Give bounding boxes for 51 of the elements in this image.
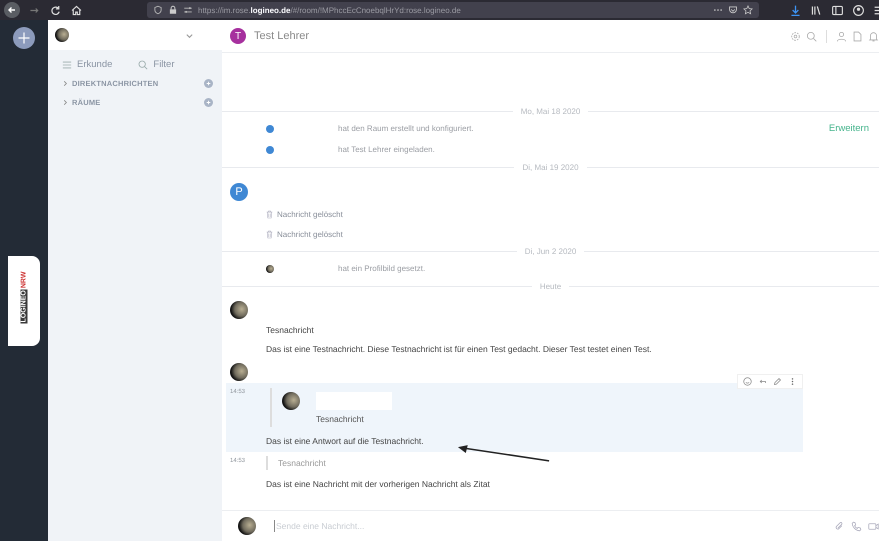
back-icon[interactable]: [4, 2, 20, 18]
permissions-icon[interactable]: [183, 5, 193, 15]
reply-icon[interactable]: [758, 377, 767, 386]
avatar-image[interactable]: [55, 28, 69, 42]
shield-icon[interactable]: [153, 5, 163, 15]
event-text: hat Test Lehrer eingeladen.: [338, 145, 436, 154]
lock-icon[interactable]: [168, 5, 178, 15]
chevron-right-icon: [62, 99, 69, 106]
room-title: Test Lehrer: [254, 30, 310, 42]
search-icon: [138, 60, 148, 70]
url-text: https://im.rose.logineo.de/#/room/!MPhccEcCnoebqlHrYd:rose.logineo.de: [198, 6, 461, 14]
message-text: Tesnachricht: [266, 325, 315, 335]
message-text: Das ist eine Antwort auf die Testnachricht.: [266, 436, 424, 446]
paperclip-icon[interactable]: [834, 520, 845, 532]
room-avatar: T: [230, 28, 246, 44]
explore-button[interactable]: Erkunde: [62, 59, 112, 70]
star-icon[interactable]: [743, 5, 753, 15]
avatar-image: [230, 301, 248, 319]
deleted-message-text: Nachricht gelöscht: [277, 230, 343, 238]
deleted-message-text: Nachricht gelöscht: [277, 210, 343, 218]
user-avatar: P: [230, 183, 248, 201]
library-icon[interactable]: [810, 4, 823, 16]
trash-icon: [266, 210, 273, 218]
filter-button[interactable]: Filter: [138, 59, 175, 70]
download-icon[interactable]: [789, 4, 802, 16]
add-icon[interactable]: [13, 27, 35, 49]
address-bar[interactable]: https://im.rose.logineo.de/#/room/!MPhccEcCnoebqlHrYd:rose.logineo.de: [147, 2, 759, 18]
quoted-text: Tesnachricht: [316, 414, 365, 424]
account-icon[interactable]: [852, 4, 865, 16]
quoted-text: Tesnachricht: [266, 456, 326, 470]
avatar-image: [282, 392, 300, 410]
expand-link[interactable]: Erweitern: [828, 123, 869, 134]
pocket-icon[interactable]: [728, 5, 738, 15]
avatar-image: [238, 517, 256, 535]
sidebar-icon[interactable]: [831, 4, 844, 16]
message-text: Das ist eine Nachricht mit der vorherigen Nachricht als Zitat: [266, 479, 491, 489]
event-text: hat den Raum erstellt und konfiguriert.: [338, 124, 475, 133]
message-text: Das ist eine Testnachricht. Diese Testnachricht ist für einen Test gedacht. Dieser Test testet einen Test.: [266, 344, 653, 354]
date-divider: Mo, Mai 18 2020: [520, 106, 580, 116]
date-divider: Di, Mai 19 2020: [522, 162, 579, 172]
trash-icon: [266, 230, 273, 238]
pencil-icon[interactable]: [773, 377, 782, 386]
menu-icon: [62, 60, 72, 70]
event-text: hat ein Profilbild gesetzt.: [338, 264, 426, 273]
reload-icon[interactable]: [49, 4, 62, 16]
emoji-icon[interactable]: [743, 377, 752, 386]
date-divider: Di, Jun 2 2020: [524, 246, 576, 256]
chevron-right-icon: [62, 80, 69, 87]
avatar-image: [230, 363, 248, 381]
home-icon[interactable]: [70, 4, 83, 16]
date-divider: Heute: [540, 282, 562, 290]
